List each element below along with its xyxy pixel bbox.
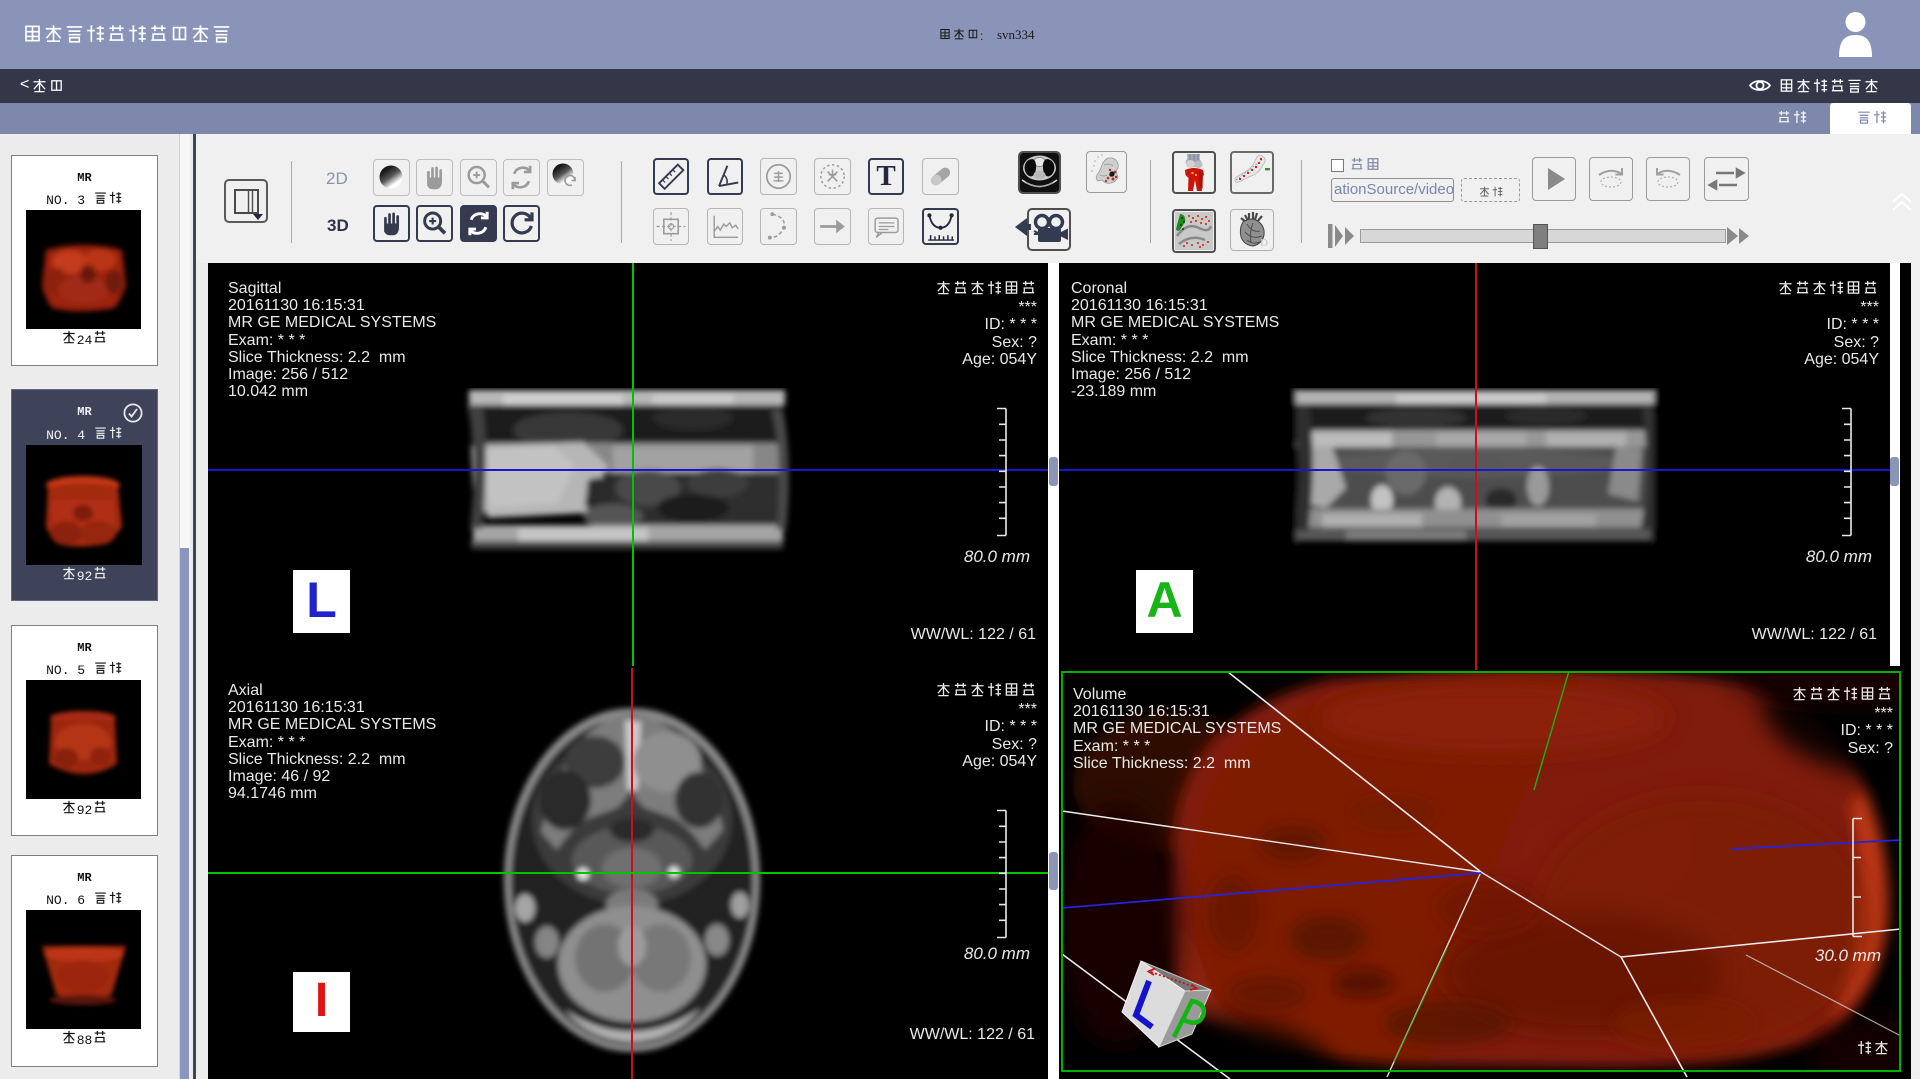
svg-text:D: D <box>1260 237 1268 249</box>
